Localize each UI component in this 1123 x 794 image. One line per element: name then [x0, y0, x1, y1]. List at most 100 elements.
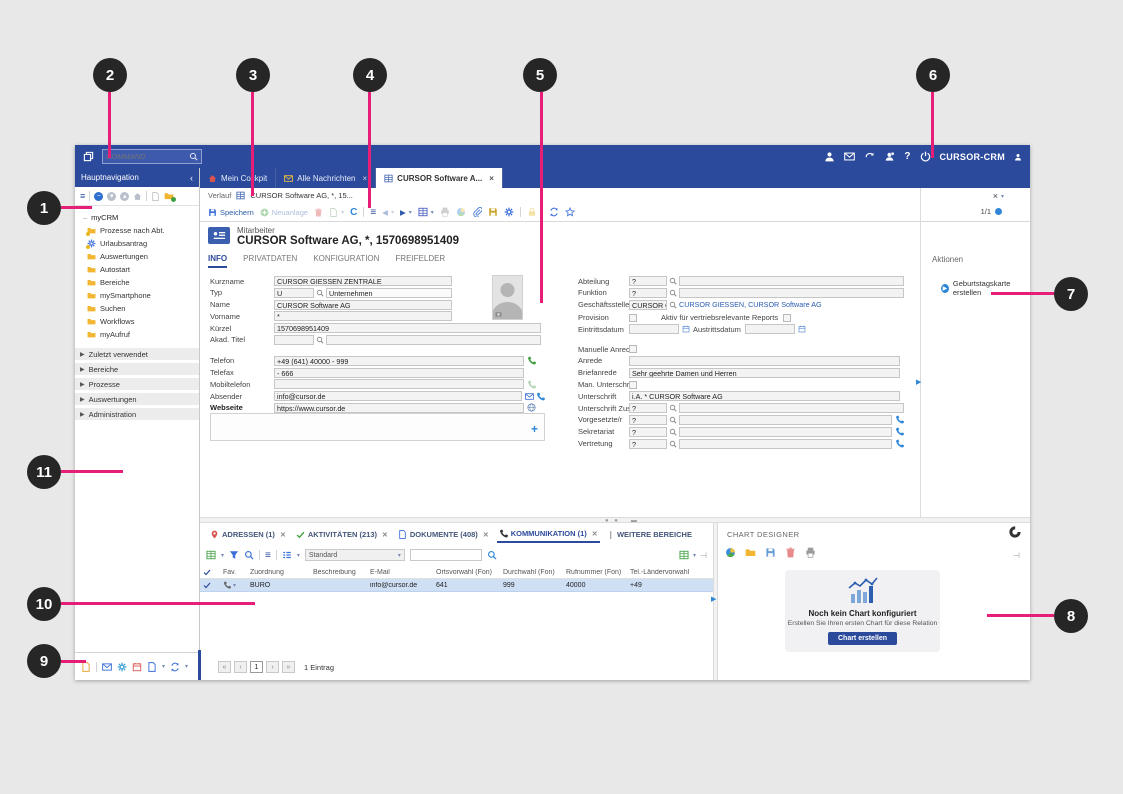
unterschrift-field[interactable]: i.A. * CURSOR Software AG [629, 391, 900, 401]
close-icon[interactable]: × [489, 174, 494, 183]
user-icon[interactable] [824, 151, 835, 162]
man-unterschrift-checkbox[interactable] [629, 381, 637, 389]
eintrittsdatum-field[interactable] [629, 324, 679, 334]
new-button[interactable]: Neuanlage [260, 208, 308, 217]
kurzname-field[interactable]: CURSOR GIESSEN ZENTRALE [274, 276, 452, 286]
typ-code-field[interactable]: U [274, 288, 314, 298]
help-icon[interactable]: ? [904, 151, 910, 162]
save-button[interactable]: Speichern [208, 208, 254, 217]
tab-dokumente[interactable]: DOKUMENTE (408)✕ [396, 527, 491, 542]
tree-item-urlaubsantrag[interactable]: Urlaubsantrag [81, 237, 199, 250]
sidebar-collapse-icon[interactable]: ‹ [190, 173, 193, 183]
sekretariat-code-field[interactable]: ? [629, 427, 667, 437]
lookup-icon[interactable] [669, 428, 677, 436]
briefanrede-field[interactable]: Sehr geehrte Damen und Herren [629, 368, 900, 378]
grid-search-input[interactable] [410, 549, 482, 561]
calendar-icon[interactable] [798, 325, 806, 333]
tab-cursor-software[interactable]: CURSOR Software A...× [376, 168, 503, 188]
redo-icon[interactable] [864, 151, 875, 162]
caret-icon[interactable]: ▾ [693, 552, 696, 559]
mail-icon[interactable] [102, 662, 112, 672]
menu-button[interactable]: ≡ [370, 207, 376, 218]
expand-panel-icon[interactable]: ▶ [916, 378, 921, 386]
absender-field[interactable]: info@cursor.de [274, 391, 522, 401]
akad-value-field[interactable] [326, 335, 541, 345]
search-icon[interactable] [487, 550, 497, 560]
lookup-icon[interactable] [316, 289, 324, 297]
tab-konfiguration[interactable]: KONFIGURATION [313, 254, 379, 268]
vorgesetzter-value-field[interactable] [679, 415, 892, 425]
unterschrift-zusatz-code-field[interactable]: ? [629, 403, 667, 413]
funktion-code-field[interactable]: ? [629, 288, 667, 298]
last-page-button[interactable]: » [282, 661, 295, 673]
list-view-icon[interactable] [282, 550, 292, 560]
filter-icon[interactable] [229, 550, 239, 560]
contact-photo-placeholder[interactable] [492, 275, 523, 320]
abteilung-value-field[interactable] [679, 276, 904, 286]
attach-button[interactable] [472, 207, 482, 217]
expand-panel-icon[interactable]: ▶ [711, 595, 716, 603]
tab-info[interactable]: INFO [208, 254, 227, 268]
provision-checkbox[interactable] [629, 314, 637, 322]
menu-icon[interactable]: ≡ [265, 550, 271, 561]
col-fav[interactable]: Fav. [220, 569, 247, 576]
tab-aktivitaeten[interactable]: AKTIVITÄTEN (213)✕ [294, 527, 390, 542]
section-auswertungen[interactable]: ▶Auswertungen [75, 392, 199, 405]
row-checkbox[interactable] [203, 581, 211, 589]
close-icon[interactable]: ✕ [280, 531, 286, 539]
tab-kommunikation[interactable]: KOMMUNIKATION (1)✕ [497, 526, 600, 543]
prev-page-button[interactable]: ‹ [234, 661, 247, 673]
history-entry[interactable]: CURSOR Software AG, *, 15... [250, 191, 353, 200]
collapse-all-icon[interactable]: − [94, 192, 103, 201]
add-folder-icon[interactable] [164, 191, 174, 201]
phone-at-icon[interactable] [536, 392, 545, 401]
col-email[interactable]: E-Mail [367, 569, 433, 576]
akad-code-field[interactable] [274, 335, 314, 345]
telefon-field[interactable]: +49 (641) 40000 - 999 [274, 356, 524, 366]
typ-value-field[interactable]: Unternehmen [326, 288, 452, 298]
support-icon[interactable] [884, 151, 895, 162]
globe-icon[interactable] [527, 403, 536, 412]
lookup-icon[interactable] [316, 336, 324, 344]
favorite-button[interactable] [565, 207, 575, 217]
close-icon[interactable]: ✕ [382, 531, 388, 539]
phone-dial-icon[interactable] [895, 427, 904, 436]
abteilung-code-field[interactable]: ? [629, 276, 667, 286]
vertretung-code-field[interactable]: ? [629, 439, 667, 449]
phone-dial-icon[interactable] [895, 415, 904, 424]
geschaeftsstelle-code-field[interactable]: CURSOR GIE [629, 300, 667, 310]
lookup-icon[interactable] [669, 277, 677, 285]
next-page-button[interactable]: › [266, 661, 279, 673]
section-administration[interactable]: ▶Administration [75, 407, 199, 420]
col-rufnummer[interactable]: Rufnummer (Fon) [563, 569, 627, 576]
copy-icon[interactable] [151, 192, 160, 201]
delete-chart-icon[interactable] [785, 547, 796, 558]
section-bereiche[interactable]: ▶Bereiche [75, 362, 199, 375]
webseite-field[interactable]: https://www.cursor.de [274, 403, 524, 413]
tree-item-autostart[interactable]: Autostart [81, 263, 199, 276]
horizontal-splitter[interactable]: ● ● ▬ [200, 517, 1030, 523]
create-chart-button[interactable]: Chart erstellen [828, 632, 897, 645]
phone-call-icon[interactable] [527, 356, 536, 365]
close-icon[interactable]: ✕ [483, 531, 489, 539]
tree-item-prozesse-nach-abt[interactable]: Prozesse nach Abt. [81, 224, 199, 237]
mail-icon[interactable] [844, 151, 855, 162]
telefax-field[interactable]: - 666 [274, 368, 524, 378]
panel-close[interactable]: ×▾ [993, 191, 1004, 201]
copy-button[interactable]: ▾ [329, 208, 344, 217]
unterschrift-zusatz-value-field[interactable] [679, 403, 904, 413]
print-chart-icon[interactable] [805, 547, 816, 558]
open-chart-icon[interactable] [745, 547, 756, 558]
window-switch-icon[interactable] [83, 151, 94, 162]
vorname-field[interactable]: * [274, 311, 452, 321]
lookup-icon[interactable] [669, 404, 677, 412]
workflow-button[interactable] [549, 207, 559, 217]
command-input[interactable] [106, 152, 189, 161]
sekretariat-value-field[interactable] [679, 427, 892, 437]
tab-adressen[interactable]: ADRESSEN (1)✕ [208, 527, 288, 542]
tree-item-bereiche[interactable]: Bereiche [81, 276, 199, 289]
col-laendervorwahl[interactable]: Tel.-Ländervorwahl [627, 569, 711, 576]
lookup-icon[interactable] [669, 289, 677, 297]
austrittsdatum-field[interactable] [745, 324, 795, 334]
phone-dial-icon[interactable] [895, 439, 904, 448]
